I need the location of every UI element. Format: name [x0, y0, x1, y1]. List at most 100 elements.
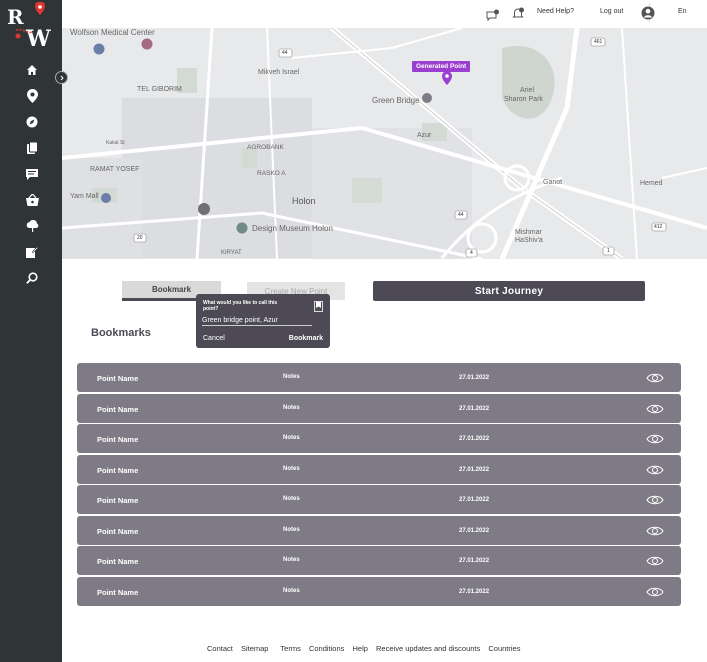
- eye-icon[interactable]: [646, 585, 664, 597]
- footer-link-updates[interactable]: Receive updates and discounts: [376, 644, 480, 653]
- point-name: Point Name: [97, 435, 139, 444]
- point-notes: Notes: [283, 466, 300, 472]
- sidebar-collapse-button[interactable]: [55, 71, 68, 84]
- point-date: 27.01.2022: [459, 436, 490, 442]
- point-notes: Notes: [283, 374, 300, 380]
- bookmark-row[interactable]: Point Name Notes 27.01.2022: [77, 546, 681, 575]
- point-notes: Notes: [283, 527, 300, 533]
- point-date: 27.01.2022: [459, 467, 490, 473]
- map-label-hemed: Hemed: [640, 180, 663, 187]
- chat-icon[interactable]: [22, 164, 42, 184]
- map-label-holon: Holon: [292, 196, 316, 206]
- logo-letter-w: W: [25, 26, 51, 52]
- map-label-rasko: RASKO A: [257, 170, 286, 177]
- generated-point-tag[interactable]: Generated Point: [412, 61, 471, 72]
- map-label-ariel: Ariel: [520, 87, 535, 94]
- map-label-azur: Azur: [417, 132, 432, 139]
- footer-link-contact[interactable]: Contact: [207, 644, 233, 653]
- eye-icon[interactable]: [646, 463, 664, 475]
- point-name: Point Name: [97, 496, 139, 505]
- bookmark-row[interactable]: Point Name Notes 27.01.2022: [77, 516, 681, 545]
- messages-icon[interactable]: [486, 8, 500, 26]
- compass-icon[interactable]: [22, 112, 42, 132]
- footer-link-sitemap[interactable]: Sitemap: [241, 644, 269, 653]
- footer-link-countries[interactable]: Countries: [488, 644, 520, 653]
- logo-letter-r: R: [7, 5, 24, 29]
- bookmark-row[interactable]: Point Name Notes 27.01.2022: [77, 394, 681, 423]
- bookmark-row[interactable]: Point Name Notes 27.01.2022: [77, 577, 681, 606]
- map-label-tel-giborim: TEL GIBORIM: [137, 86, 182, 93]
- eye-icon[interactable]: [646, 554, 664, 566]
- footer-link-terms[interactable]: Terms: [280, 644, 300, 653]
- point-date: 27.01.2022: [459, 589, 490, 595]
- footer-link-help[interactable]: Help: [352, 644, 367, 653]
- bookmark-row[interactable]: Point Name Notes 27.01.2022: [77, 455, 681, 484]
- user-avatar-icon[interactable]: [641, 6, 655, 25]
- map-label-wolfson: Wolfson Medical Center: [70, 28, 155, 37]
- point-name: Point Name: [97, 405, 139, 414]
- start-journey-button[interactable]: Start Journey: [373, 281, 645, 301]
- eye-icon[interactable]: [646, 524, 664, 536]
- logo[interactable]: R W: [4, 1, 58, 52]
- point-name-input[interactable]: Green bridge point, Azur: [202, 317, 312, 326]
- notifications-icon[interactable]: [512, 7, 525, 25]
- point-date: 27.01.2022: [459, 406, 490, 412]
- map-canvas: [62, 28, 707, 259]
- point-date: 27.01.2022: [459, 528, 490, 534]
- search-icon[interactable]: [22, 268, 42, 288]
- point-date: 27.01.2022: [459, 558, 490, 564]
- map-label-agrobank: AGROBANK: [247, 144, 284, 151]
- footer-link-conditions[interactable]: Conditions: [309, 644, 344, 653]
- bookmark-row[interactable]: Point Name Notes 27.01.2022: [77, 424, 681, 453]
- bookmarks-icon[interactable]: [22, 138, 42, 158]
- eye-icon[interactable]: [646, 402, 664, 414]
- sidebar: R W: [0, 0, 62, 662]
- point-name: Point Name: [97, 557, 139, 566]
- bookmark-icon: [314, 299, 323, 317]
- eye-icon[interactable]: [646, 432, 664, 444]
- eye-icon[interactable]: [646, 493, 664, 505]
- home-icon[interactable]: [22, 60, 42, 80]
- map-label-green-bridge: Green Bridge: [372, 96, 420, 105]
- weather-icon[interactable]: [22, 216, 42, 236]
- point-date: 27.01.2022: [459, 375, 490, 381]
- map-label-yam-mall: Yam Mall: [70, 193, 99, 200]
- logout-link[interactable]: Log out: [600, 8, 623, 15]
- point-notes: Notes: [283, 435, 300, 441]
- road-shield-1: 1: [607, 248, 610, 254]
- map-label-hashiva: HaShiv'a: [515, 237, 543, 244]
- bookmark-row[interactable]: Point Name Notes 27.01.2022: [77, 485, 681, 514]
- top-bar: Need Help? Log out En: [62, 0, 707, 28]
- chevron-right-icon: [60, 75, 64, 80]
- map-label-kiryat: KIRYAT: [221, 250, 242, 256]
- need-help-link[interactable]: Need Help?: [537, 8, 574, 15]
- point-notes: Notes: [283, 496, 300, 502]
- map-label-mishmar: Mishmar: [515, 229, 542, 236]
- map-label-design-museum: Design Museum Holon: [252, 224, 333, 233]
- road-shield-461: 461: [594, 39, 603, 45]
- point-notes: Notes: [283, 588, 300, 594]
- basket-icon[interactable]: [22, 190, 42, 210]
- eye-icon[interactable]: [646, 371, 664, 383]
- point-name: Point Name: [97, 466, 139, 475]
- point-name: Point Name: [97, 527, 139, 536]
- point-date: 27.01.2022: [459, 497, 490, 503]
- map[interactable]: Wolfson Medical Center Mikveh Israel TEL…: [62, 28, 707, 259]
- language-select[interactable]: En: [678, 8, 687, 15]
- point-notes: Notes: [283, 405, 300, 411]
- road-shield-4: 4: [470, 250, 473, 256]
- point-name: Point Name: [97, 374, 139, 383]
- popup-bookmark-button[interactable]: Bookmark: [289, 335, 323, 342]
- point-name: Point Name: [97, 588, 139, 597]
- map-label-ganot: Ganot: [543, 179, 563, 186]
- bookmark-row[interactable]: Point Name Notes 27.01.2022: [77, 363, 681, 392]
- popup-cancel-button[interactable]: Cancel: [203, 335, 225, 342]
- road-shield-44b: 44: [458, 212, 464, 218]
- location-pin-icon[interactable]: [22, 86, 42, 106]
- edit-icon[interactable]: [22, 242, 42, 262]
- map-label-sharon-park: Sharon Park: [504, 96, 543, 103]
- map-label-ramat-yosef: RAMAT YOSEF: [90, 166, 140, 173]
- road-shield-412: 412: [654, 224, 663, 230]
- footer: Contact Sitemap Terms Conditions Help Re…: [207, 644, 526, 653]
- app-root: R W Need Help? Log out En Wolfson Medica…: [0, 0, 707, 662]
